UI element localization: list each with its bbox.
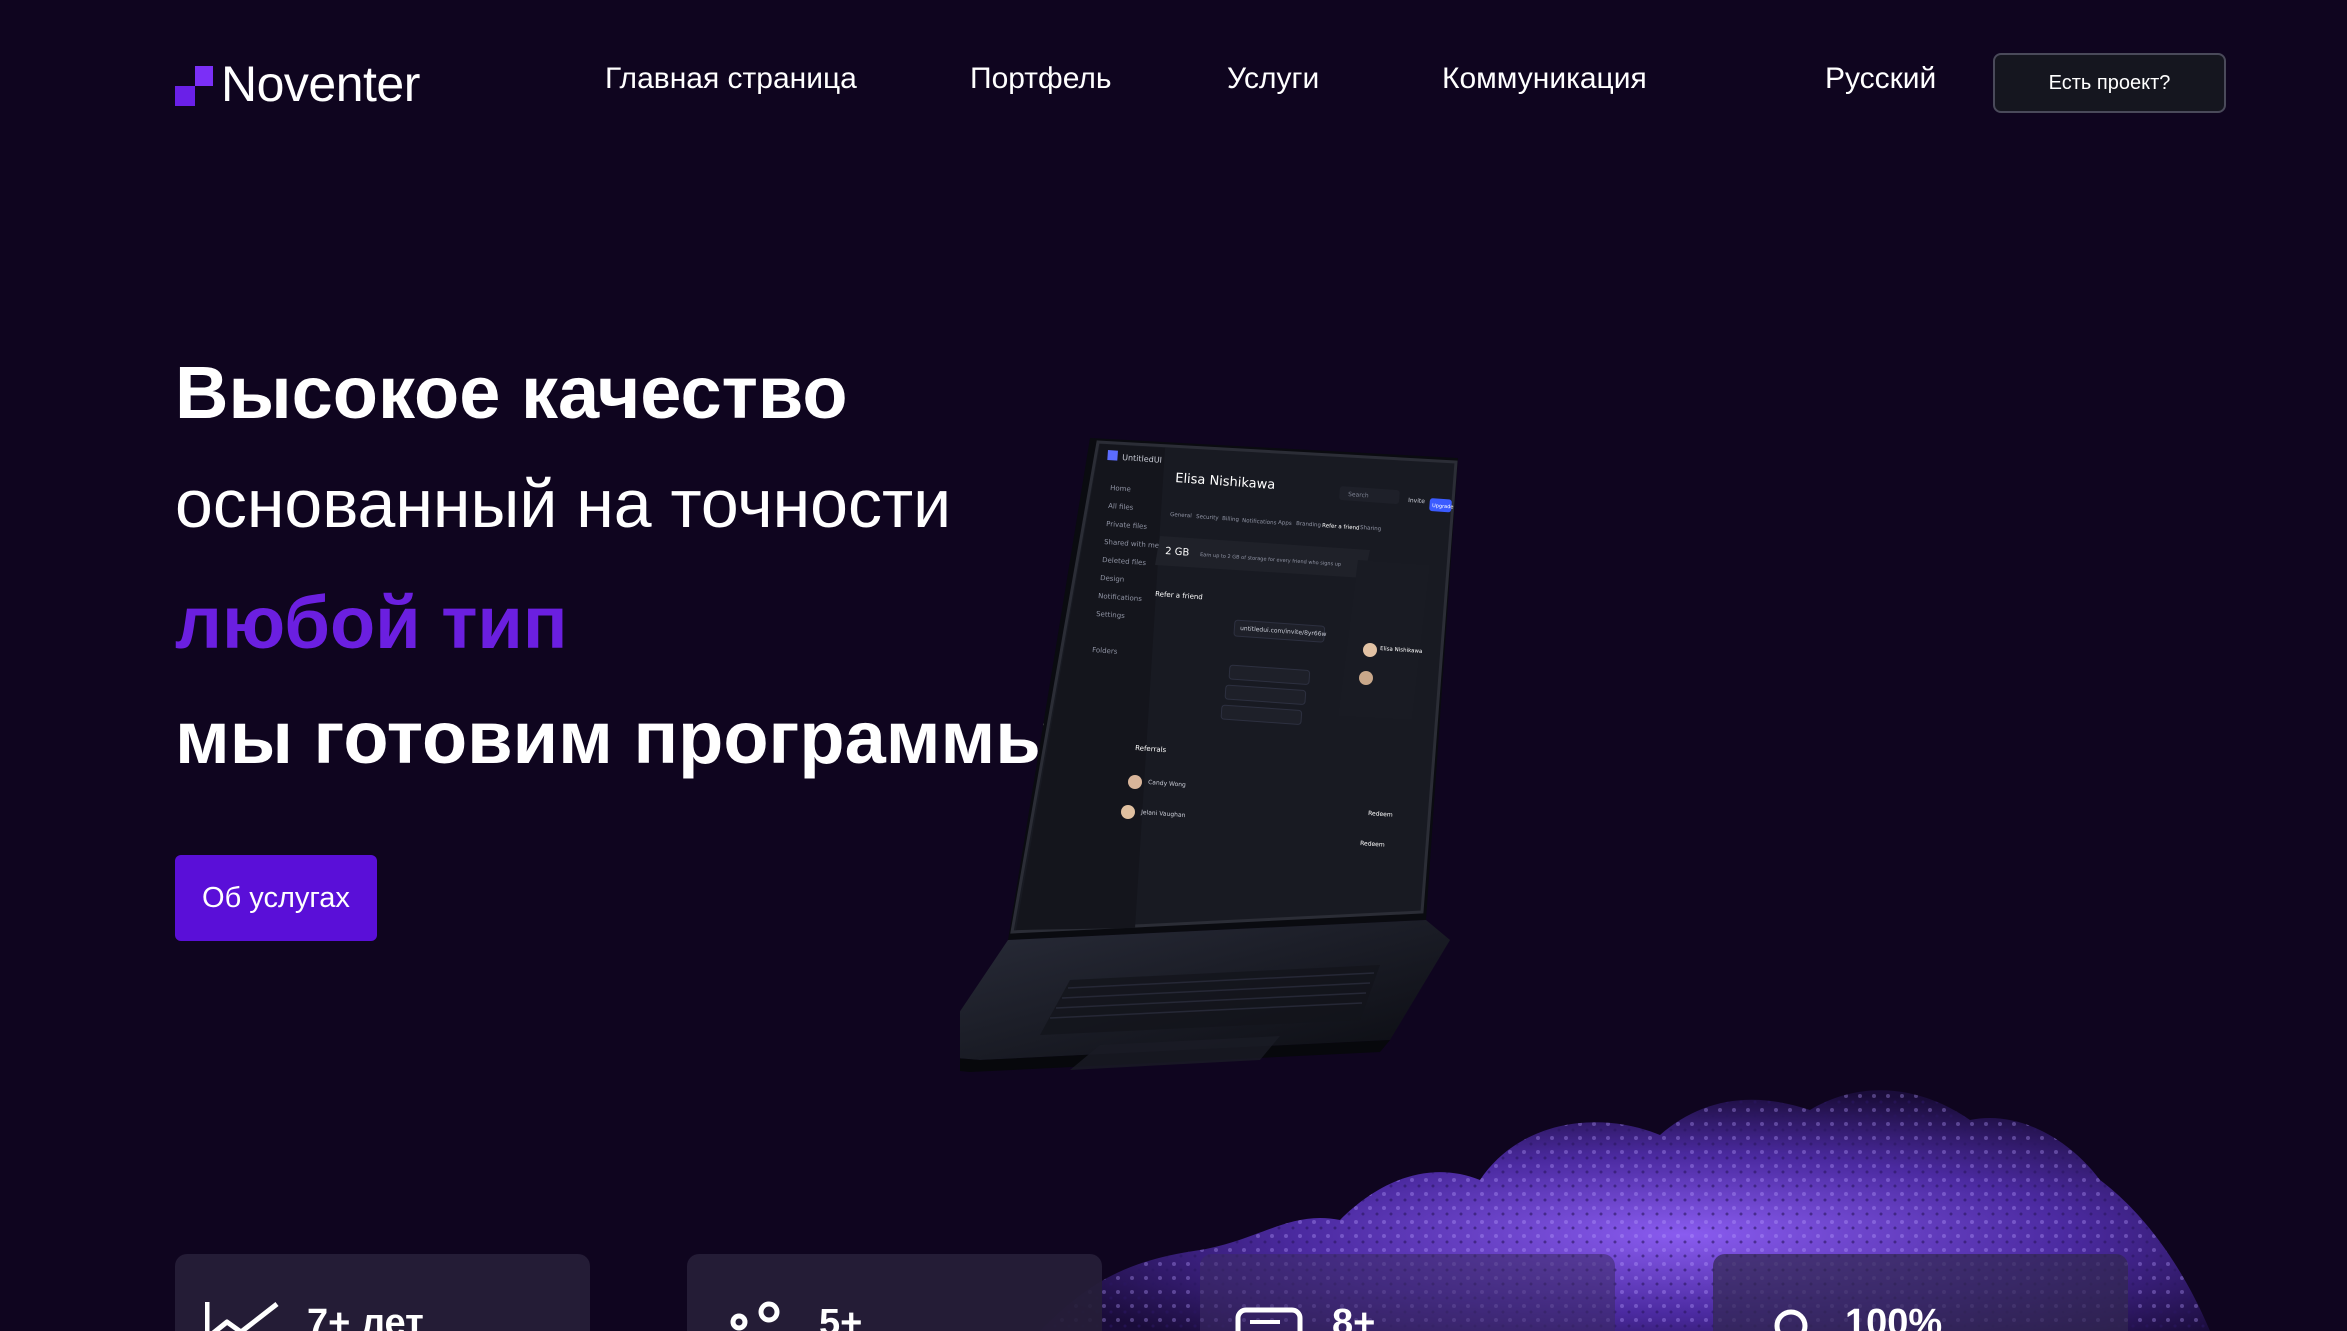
svg-text:Billing: Billing xyxy=(1222,516,1239,523)
team-people-icon xyxy=(730,1301,780,1331)
search-icon xyxy=(1774,1309,1808,1331)
svg-text:Design: Design xyxy=(1100,574,1125,584)
laptop-illustration: UntitledUI Home All files Private files … xyxy=(960,438,2210,1331)
page: Noventer Главная страница Портфель Услуг… xyxy=(0,0,2347,1331)
nav-portfolio-link[interactable]: Портфель xyxy=(970,62,1112,96)
nav-services-link[interactable]: Услуги xyxy=(1227,62,1319,96)
svg-text:Search: Search xyxy=(1348,491,1369,499)
hero-headline-1: Высокое качество xyxy=(175,351,848,434)
language-selector[interactable]: Русский xyxy=(1825,62,1936,96)
stat-value: 5+ xyxy=(819,1302,863,1331)
hero-headline-2: основанный на точности xyxy=(175,466,952,542)
logo-mark-icon xyxy=(175,62,215,106)
svg-text:2 GB: 2 GB xyxy=(1165,546,1190,559)
site-header: Noventer Главная страница Портфель Услуг… xyxy=(0,0,2347,170)
stat-value: 7+ лет xyxy=(307,1302,424,1331)
nav-home-link[interactable]: Главная страница xyxy=(605,62,857,96)
device-card-icon xyxy=(1235,1307,1303,1331)
hero-headline-4: мы готовим программы xyxy=(175,696,1059,779)
project-cta-button[interactable]: Есть проект? xyxy=(1993,53,2226,113)
svg-text:Invite: Invite xyxy=(1408,497,1426,505)
stat-value: 100% xyxy=(1845,1302,1943,1331)
growth-chart-icon xyxy=(205,1302,279,1331)
hero-headline-accent: любой тип xyxy=(175,581,568,664)
nav-contact-link[interactable]: Коммуникация xyxy=(1442,62,1647,96)
about-services-button[interactable]: Об услугах xyxy=(175,855,377,941)
stat-card-devices: 8+ xyxy=(1200,1254,1615,1331)
stat-card-team: 5+ xyxy=(687,1254,1102,1331)
stat-card-quality: 100% xyxy=(1713,1254,2128,1331)
brand-logo[interactable]: Noventer xyxy=(175,56,420,112)
stat-card-years: 7+ лет xyxy=(175,1254,590,1331)
svg-text:Home: Home xyxy=(1110,484,1131,493)
stat-value: 8+ xyxy=(1332,1302,1376,1331)
brand-name: Noventer xyxy=(221,56,420,112)
svg-text:Apps: Apps xyxy=(1278,520,1292,527)
laptop xyxy=(960,438,1458,1072)
